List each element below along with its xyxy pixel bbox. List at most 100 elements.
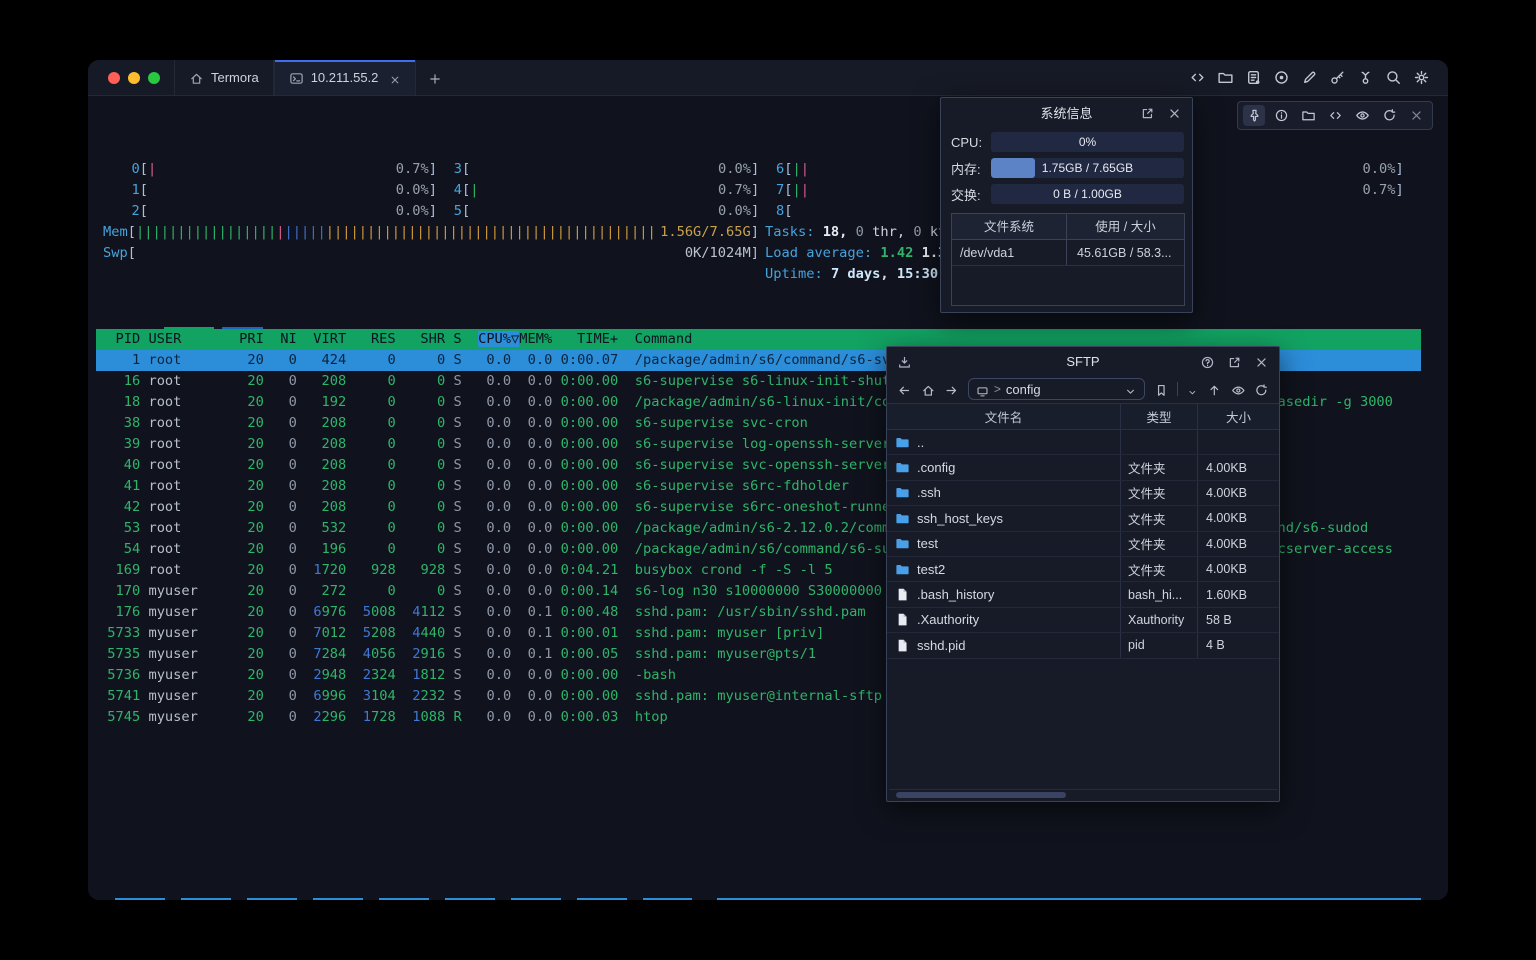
sysinfo-meter-0: CPU:0% bbox=[951, 132, 1184, 152]
folder-icon[interactable] bbox=[895, 485, 910, 500]
file-row-.config[interactable]: .config文件夹4.00KB bbox=[887, 455, 1279, 480]
open-in-window-icon[interactable] bbox=[1227, 354, 1242, 369]
fkey-F10[interactable]: F10 bbox=[692, 898, 717, 900]
file-row-.ssh[interactable]: .ssh文件夹4.00KB bbox=[887, 481, 1279, 506]
htop-uptime-line: Uptime: 7 days, 15:30:12 bbox=[765, 264, 963, 285]
fkey-F3[interactable]: F3 bbox=[231, 898, 247, 900]
fkey-action-search[interactable]: Search bbox=[247, 898, 296, 900]
home-dir-icon[interactable] bbox=[921, 382, 936, 397]
eye-icon[interactable] bbox=[1355, 108, 1370, 123]
parent-directory-icon[interactable] bbox=[1207, 382, 1222, 397]
key2-icon[interactable] bbox=[1357, 69, 1374, 86]
fkey-action-setup[interactable]: Setup bbox=[181, 898, 230, 900]
toolbar-button-code[interactable] bbox=[1324, 105, 1346, 126]
cpu-meter-0: 0[|0.7%] bbox=[115, 159, 437, 180]
forward-icon[interactable] bbox=[944, 382, 959, 397]
zoom-window-button[interactable] bbox=[148, 72, 160, 84]
fkey-action-sortby[interactable]: SortBy bbox=[445, 898, 494, 900]
file-row-.Xauthority[interactable]: .XauthorityXauthority58 B bbox=[887, 608, 1279, 633]
folder-icon[interactable] bbox=[1301, 108, 1316, 123]
file-row-.bash_history[interactable]: .bash_historybash_hi...1.60KB bbox=[887, 582, 1279, 607]
fkey-F4[interactable]: F4 bbox=[297, 898, 313, 900]
record-icon[interactable] bbox=[1273, 69, 1290, 86]
floating-toolbar bbox=[1237, 101, 1433, 130]
fkey-action-nice-[interactable]: Nice + bbox=[577, 898, 626, 900]
fkey-action-tree[interactable]: Tree bbox=[379, 898, 428, 900]
toolbar-button-close[interactable] bbox=[1405, 105, 1427, 126]
sftp-table-header[interactable]: 文件名 类型 大小 bbox=[887, 403, 1279, 430]
scrollbar-thumb[interactable] bbox=[896, 792, 1066, 798]
folder-icon[interactable] bbox=[895, 536, 910, 551]
folder-icon[interactable] bbox=[895, 460, 910, 475]
new-tab-button[interactable] bbox=[416, 60, 454, 95]
show-hidden-icon[interactable] bbox=[1231, 382, 1246, 397]
fkey-F6[interactable]: F6 bbox=[429, 898, 445, 900]
toolbar-button-refresh[interactable] bbox=[1378, 105, 1400, 126]
tab-label: 10.211.55.2 bbox=[311, 70, 379, 85]
toolbar-button-folder[interactable] bbox=[1297, 105, 1319, 126]
horizontal-scrollbar[interactable] bbox=[889, 789, 1277, 799]
file-row-test2[interactable]: test2文件夹4.00KB bbox=[887, 557, 1279, 582]
fkey-F7[interactable]: F7 bbox=[495, 898, 511, 900]
fkey-F9[interactable]: F9 bbox=[627, 898, 643, 900]
pencil-icon[interactable] bbox=[1301, 69, 1318, 86]
bookmark-icon[interactable] bbox=[1154, 382, 1169, 397]
file-row-test[interactable]: test文件夹4.00KB bbox=[887, 532, 1279, 557]
fkey-action-help[interactable]: Help bbox=[115, 898, 164, 900]
fkey-F1[interactable]: F1 bbox=[99, 898, 115, 900]
fkey-action-quit[interactable]: Quit bbox=[717, 898, 1421, 900]
refresh-icon[interactable] bbox=[1254, 382, 1269, 397]
bookmark-menu-icon[interactable] bbox=[1187, 384, 1198, 395]
htop-function-key-bar: F1Help F2Setup F3SearchF4FilterF5Tree F6… bbox=[96, 898, 1421, 900]
close-panel-icon[interactable] bbox=[1254, 354, 1269, 369]
col-type[interactable]: 类型 bbox=[1121, 404, 1198, 429]
code-icon[interactable] bbox=[1328, 108, 1343, 123]
tab-termora-home[interactable]: Termora bbox=[174, 60, 274, 95]
toolbar-button-info[interactable] bbox=[1270, 105, 1292, 126]
fkey-F2[interactable]: F2 bbox=[165, 898, 181, 900]
col-size[interactable]: 大小 bbox=[1198, 407, 1279, 426]
open-in-window-icon[interactable] bbox=[1140, 105, 1155, 120]
code-icon[interactable] bbox=[1189, 69, 1206, 86]
pin-icon[interactable] bbox=[1247, 108, 1262, 123]
fkey-action-kill[interactable]: Kill bbox=[643, 898, 692, 900]
chevron-down-icon[interactable] bbox=[1124, 383, 1137, 396]
doc-icon[interactable] bbox=[1245, 69, 1262, 86]
tab-ssh-session[interactable]: 10.211.55.2 bbox=[274, 60, 417, 95]
toolbar-button-eye[interactable] bbox=[1351, 105, 1373, 126]
file-icon[interactable] bbox=[895, 587, 910, 602]
help-icon[interactable] bbox=[1200, 354, 1215, 369]
fkey-action-nice-[interactable]: Nice - bbox=[511, 898, 560, 900]
file-row-..[interactable]: .. bbox=[887, 430, 1279, 455]
close-icon[interactable] bbox=[1409, 108, 1424, 123]
toolbar-button-pin[interactable] bbox=[1243, 105, 1265, 126]
folder-icon[interactable] bbox=[895, 435, 910, 450]
terminal-icon bbox=[289, 70, 304, 85]
key-icon[interactable] bbox=[1329, 69, 1346, 86]
file-icon[interactable] bbox=[895, 638, 910, 653]
back-icon[interactable] bbox=[897, 382, 912, 397]
close-panel-icon[interactable] bbox=[1167, 105, 1182, 120]
cpu-meter-3: 3[0.0%] bbox=[437, 159, 759, 180]
cpu-meter-2: 2[0.0%] bbox=[115, 201, 437, 222]
fkey-F5[interactable]: F5 bbox=[363, 898, 379, 900]
titlebar-actions bbox=[1189, 60, 1448, 95]
file-row-sshd.pid[interactable]: sshd.pidpid4 B bbox=[887, 633, 1279, 658]
fkey-action-filter[interactable]: Filter bbox=[313, 898, 362, 900]
file-row-ssh_host_keys[interactable]: ssh_host_keys文件夹4.00KB bbox=[887, 506, 1279, 531]
search-icon[interactable] bbox=[1385, 69, 1402, 86]
info-icon[interactable] bbox=[1274, 108, 1289, 123]
minimize-window-button[interactable] bbox=[128, 72, 140, 84]
refresh-icon[interactable] bbox=[1382, 108, 1397, 123]
folder-icon[interactable] bbox=[1217, 69, 1234, 86]
file-icon[interactable] bbox=[895, 612, 910, 627]
path-breadcrumb[interactable]: > config bbox=[968, 378, 1145, 400]
close-window-button[interactable] bbox=[108, 72, 120, 84]
col-filename[interactable]: 文件名 bbox=[887, 404, 1121, 429]
folder-icon[interactable] bbox=[895, 562, 910, 577]
fkey-F8[interactable]: F8 bbox=[561, 898, 577, 900]
folder-icon[interactable] bbox=[895, 511, 910, 526]
gear-icon[interactable] bbox=[1413, 69, 1430, 86]
sftp-file-list[interactable]: ...config文件夹4.00KB.ssh文件夹4.00KBssh_host_… bbox=[887, 430, 1279, 659]
close-tab-icon[interactable] bbox=[389, 72, 401, 84]
